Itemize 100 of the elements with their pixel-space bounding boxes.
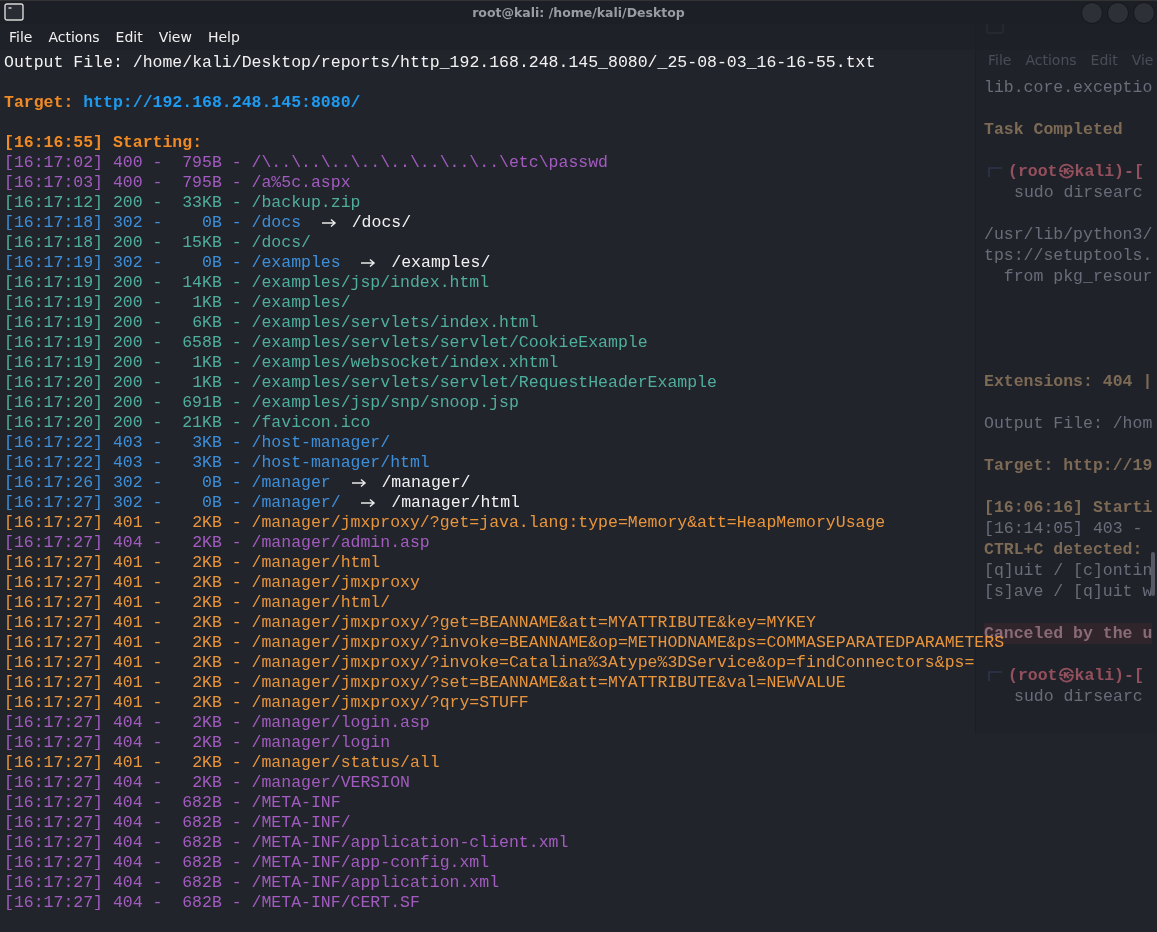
url-path: /examples/: [251, 293, 351, 313]
timestamp: [16:17:20]: [4, 413, 104, 433]
url-path: /favicon.ico: [251, 413, 371, 433]
redirect-path: /examples/: [391, 253, 491, 273]
command-text: sudo dirsearc: [1014, 686, 1143, 707]
status-code: 404 -: [112, 853, 163, 873]
prompt-bracket-icon: [988, 670, 1002, 681]
response-size: 15KB -: [181, 233, 242, 253]
url-path: /manager/admin.asp: [251, 533, 430, 553]
output-file-path: /home/kali/Desktop/reports/http_192.168.248.145_8080/_25-08-03_16-16-55.txt: [132, 53, 876, 73]
terminal-icon: [4, 3, 24, 21]
url-path: /examples: [251, 253, 341, 273]
status-code: 403 -: [112, 453, 163, 473]
url-path: /META-INF/application-client.xml: [251, 833, 569, 853]
response-size: 2KB -: [191, 753, 242, 773]
status-code: 200 -: [112, 193, 163, 213]
status-code: 403 -: [112, 433, 163, 453]
response-size: 795B -: [181, 173, 242, 193]
response-size: 0B -: [201, 493, 242, 513]
url-path: /manager/jmxproxy/?set=BEANNAME&att=MYATTRIBUTE&val=NEWVALUE: [251, 673, 846, 693]
response-size: 21KB -: [181, 413, 242, 433]
status-code: 401 -: [112, 753, 163, 773]
response-size: 682B -: [181, 833, 242, 853]
response-size: 2KB -: [191, 513, 242, 533]
minimize-button[interactable]: [1081, 2, 1103, 24]
terminal-text: from pkg_resour: [1002, 266, 1153, 287]
timestamp: [16:17:02]: [4, 153, 104, 173]
url-path: /META-INF/: [251, 813, 351, 833]
terminal-text: CTRL+C detected:: [984, 539, 1143, 560]
timestamp: [16:16:55]: [4, 133, 104, 153]
terminal-text: lib.core.exceptio: [984, 77, 1153, 98]
status-code: 200 -: [112, 313, 163, 333]
url-path: /manager/jmxproxy/?invoke=Catalina%3Atype%3DService&op=findConnectors&ps=: [251, 653, 975, 673]
timestamp: [16:17:19]: [4, 353, 104, 373]
response-size: 33KB -: [181, 193, 242, 213]
url-path: /manager/status/all: [251, 753, 440, 773]
url-path: /manager/login.asp: [251, 713, 430, 733]
status-code: 404 -: [112, 533, 163, 553]
scrollbar-thumb[interactable]: [1151, 552, 1155, 596]
timestamp: [16:17:26]: [4, 473, 104, 493]
timestamp: [16:17:20]: [4, 393, 104, 413]
timestamp: [16:17:19]: [4, 313, 104, 333]
timestamp: [16:17:27]: [4, 553, 104, 573]
status-code: 200 -: [112, 293, 163, 313]
terminal-text: Task Completed: [984, 119, 1123, 140]
window-title: root@kali: /home/kali/Desktop: [472, 5, 685, 20]
response-size: 2KB -: [191, 673, 242, 693]
menu-item[interactable]: Edit: [107, 29, 151, 45]
url-path: /META-INF: [251, 793, 341, 813]
response-size: 691B -: [181, 393, 242, 413]
url-path: /host-manager/: [251, 433, 391, 453]
status-code: 404 -: [112, 813, 163, 833]
response-size: 2KB -: [191, 693, 242, 713]
response-size: 0B -: [201, 473, 242, 493]
status-code: 200 -: [112, 373, 163, 393]
menu-item[interactable]: File: [1, 29, 41, 45]
response-size: 2KB -: [191, 713, 242, 733]
status-code: 404 -: [112, 833, 163, 853]
status-code: 302 -: [112, 253, 163, 273]
redirect-path: /docs/: [351, 213, 412, 233]
arrow-icon: [360, 498, 377, 508]
timestamp: [16:17:27]: [4, 853, 104, 873]
close-button[interactable]: [1133, 2, 1155, 24]
response-size: 682B -: [181, 873, 242, 893]
timestamp: [16:17:27]: [4, 753, 104, 773]
response-size: 2KB -: [191, 573, 242, 593]
status-code: 302 -: [112, 493, 163, 513]
url-path: /manager/: [251, 493, 341, 513]
terminal-text: [16:14:05] 403 -: [984, 518, 1143, 539]
status-code: 404 -: [112, 793, 163, 813]
response-size: 2KB -: [191, 733, 242, 753]
status-code: 401 -: [112, 633, 163, 653]
url-path: /manager: [251, 473, 331, 493]
terminal-text: Extensions: 404 |: [984, 371, 1153, 392]
response-size: 682B -: [181, 793, 242, 813]
url-path: /manager/login: [251, 733, 391, 753]
response-size: 1KB -: [191, 353, 242, 373]
status-code: 401 -: [112, 653, 163, 673]
menu-item[interactable]: Actions: [40, 29, 108, 45]
timestamp: [16:17:27]: [4, 633, 104, 653]
timestamp: [16:17:27]: [4, 533, 104, 553]
status-code: 401 -: [112, 513, 163, 533]
timestamp: [16:17:27]: [4, 693, 104, 713]
status-code: 200 -: [112, 413, 163, 433]
url-path: /examples/servlets/servlet/CookieExample: [251, 333, 648, 353]
maximize-button[interactable]: [1107, 2, 1129, 24]
url-path: /examples/websocket/index.xhtml: [251, 353, 559, 373]
url-path: /manager/html: [251, 553, 381, 573]
url-path: /manager/VERSION: [251, 773, 410, 793]
response-size: 0B -: [201, 213, 242, 233]
timestamp: [16:17:20]: [4, 373, 104, 393]
response-size: 6KB -: [191, 313, 242, 333]
status-code: 404 -: [112, 773, 163, 793]
menu-item[interactable]: Help: [199, 29, 248, 45]
status-code: 401 -: [112, 593, 163, 613]
status-code: 200 -: [112, 273, 163, 293]
status-code: 200 -: [112, 233, 163, 253]
menu-item[interactable]: View: [150, 29, 200, 45]
timestamp: [16:17:27]: [4, 593, 104, 613]
url-path: /examples/jsp/snp/snoop.jsp: [251, 393, 519, 413]
